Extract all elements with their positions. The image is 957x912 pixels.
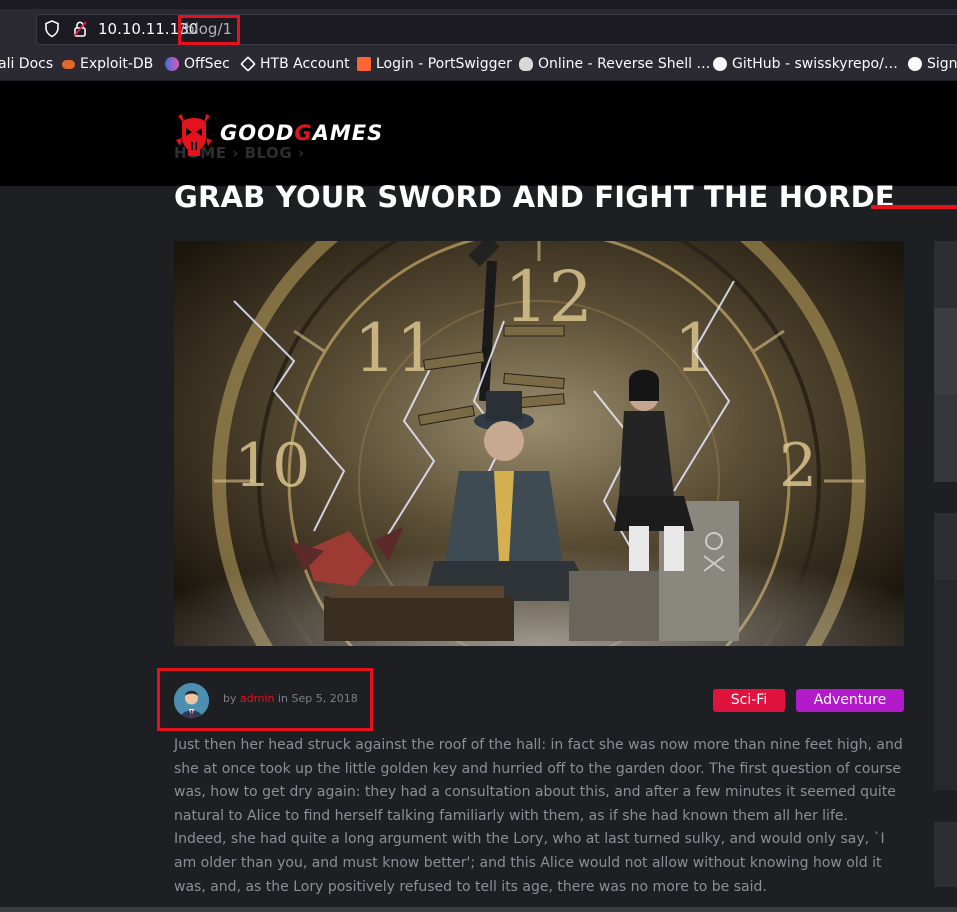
bookmark-offsec[interactable]: OffSec: [165, 56, 230, 72]
site-header: [0, 81, 957, 186]
bookmark-portswigger[interactable]: Login - PortSwigger: [357, 56, 512, 72]
insecure-lock-icon[interactable]: [72, 20, 88, 38]
title-accent-line: [871, 205, 957, 209]
shield-icon[interactable]: [44, 20, 60, 38]
sidebar-widget: [934, 308, 957, 395]
bookmark-label: Login - PortSwigger: [376, 56, 512, 72]
bookmark-label: Online - Reverse Shell …: [538, 56, 711, 72]
logo-text-ames: AMES: [312, 121, 384, 145]
url-path-highlight: [178, 15, 240, 45]
bookmark-label: OffSec: [184, 56, 230, 72]
skull-logo-icon[interactable]: [174, 110, 214, 158]
tag-adventure[interactable]: Adventure: [796, 689, 904, 712]
sidebar-widget: [934, 395, 957, 482]
bookmark-github-sign[interactable]: Sign: [908, 56, 957, 72]
bookmark-label: HTB Account: [260, 56, 350, 72]
svg-text:11: 11: [354, 310, 438, 387]
bookmark-label: Exploit-DB: [80, 56, 154, 72]
site-logo[interactable]: GOODGAMES: [220, 121, 383, 145]
bookmark-kali-docs[interactable]: ali Docs: [0, 56, 53, 72]
sidebar-widget: [934, 513, 957, 580]
offsec-icon: [165, 57, 179, 71]
htb-icon: [240, 56, 256, 72]
github-icon: [908, 57, 922, 71]
post-hero-image: 12 1 11 2 10: [174, 241, 904, 646]
bookmark-exploit-db[interactable]: Exploit-DB: [62, 56, 153, 72]
sidebar-widget: [934, 580, 957, 790]
portswigger-icon: [357, 57, 371, 71]
tag-scifi[interactable]: Sci-Fi: [713, 689, 785, 712]
bottom-border: [0, 907, 957, 912]
logo-text-g: G: [294, 121, 313, 145]
page-title: GRAB YOUR SWORD AND FIGHT THE HORDE: [174, 180, 895, 214]
github-icon: [713, 57, 727, 71]
skull-icon: [519, 57, 533, 71]
sidebar-widget: [934, 822, 957, 887]
author-highlight: [157, 668, 373, 731]
logo-text-good: GOOD: [220, 121, 295, 145]
post-body: Just then her head struck against the ro…: [174, 737, 903, 895]
bookmark-label: ali Docs: [0, 56, 54, 72]
bookmark-github-swisskyrepo[interactable]: GitHub - swisskyrepo/…: [713, 56, 898, 72]
sidebar-widget: [934, 241, 957, 308]
bookmark-reverse-shell[interactable]: Online - Reverse Shell …: [519, 56, 710, 72]
bookmark-htb[interactable]: HTB Account: [240, 56, 350, 72]
bookmark-label: Sign: [927, 56, 957, 72]
tab-strip: [0, 0, 957, 9]
exploitdb-icon: [62, 59, 75, 69]
bookmarks-bar: ali Docs Exploit-DB OffSec HTB Account L…: [0, 48, 957, 81]
bookmark-label: GitHub - swisskyrepo/…: [732, 56, 898, 72]
